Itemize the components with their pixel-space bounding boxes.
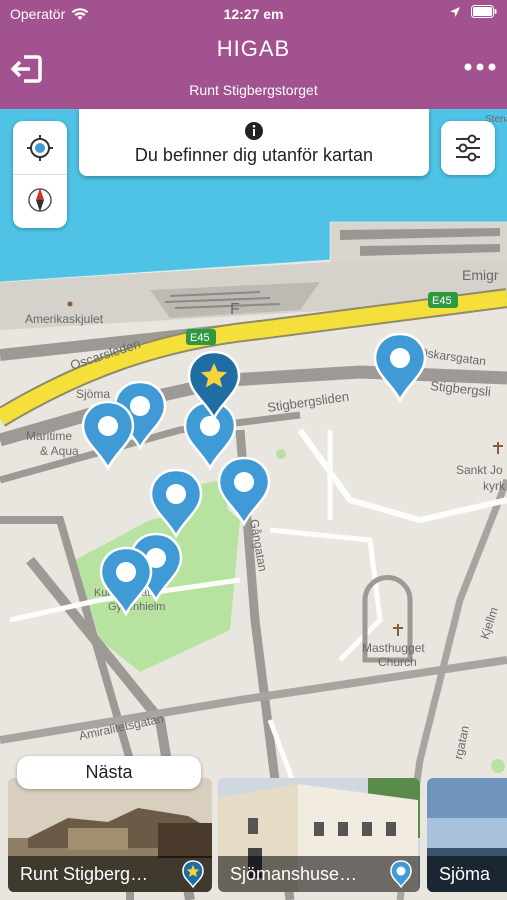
card-label: Runt Stigberg… bbox=[8, 856, 212, 892]
map-controls-group bbox=[13, 121, 67, 228]
page-title: HIGAB bbox=[216, 36, 291, 61]
star-pin-icon bbox=[182, 860, 204, 888]
filter-button[interactable] bbox=[441, 121, 495, 175]
card-label: Sjöma bbox=[427, 856, 507, 892]
poi-card[interactable]: Sjömanshuse… bbox=[218, 778, 420, 892]
compass-button[interactable] bbox=[13, 175, 67, 228]
status-bar: Operatör 12:27 em bbox=[0, 0, 507, 28]
pin-icon bbox=[390, 860, 412, 888]
card-title: Runt Stigberg… bbox=[20, 864, 149, 884]
map-pin[interactable] bbox=[217, 456, 271, 526]
locate-icon bbox=[27, 135, 53, 161]
location-arrow-icon bbox=[450, 6, 460, 17]
card-title: Sjömanshuse… bbox=[230, 864, 358, 884]
locate-me-button[interactable] bbox=[13, 121, 67, 173]
nav-bar: HIGAB Runt Stigbergstorget bbox=[0, 28, 507, 109]
info-icon bbox=[245, 122, 263, 140]
notice-text: Du befinner dig utanför kartan bbox=[134, 145, 374, 165]
map-pin[interactable] bbox=[373, 332, 427, 402]
battery-icon bbox=[471, 5, 497, 18]
tour-card[interactable]: Runt Stigberg… bbox=[8, 778, 212, 892]
more-options-button[interactable] bbox=[463, 56, 497, 78]
page-subtitle: Runt Stigbergstorget bbox=[189, 82, 318, 98]
sliders-icon bbox=[456, 134, 480, 162]
more-dots-icon bbox=[464, 63, 496, 71]
next-button[interactable]: Nästa bbox=[17, 756, 201, 789]
out-of-map-notice: Du befinner dig utanför kartan bbox=[79, 109, 429, 176]
card-label: Sjömanshuse… bbox=[218, 856, 420, 892]
map-pin[interactable] bbox=[99, 546, 153, 616]
compass-icon bbox=[28, 188, 52, 212]
status-time: 12:27 em bbox=[223, 6, 284, 22]
card-title: Sjöma bbox=[439, 864, 491, 884]
map-pin[interactable] bbox=[81, 400, 135, 470]
map-pin[interactable] bbox=[149, 468, 203, 538]
poi-card[interactable]: Sjöma bbox=[427, 778, 507, 892]
status-right-group bbox=[449, 5, 497, 18]
